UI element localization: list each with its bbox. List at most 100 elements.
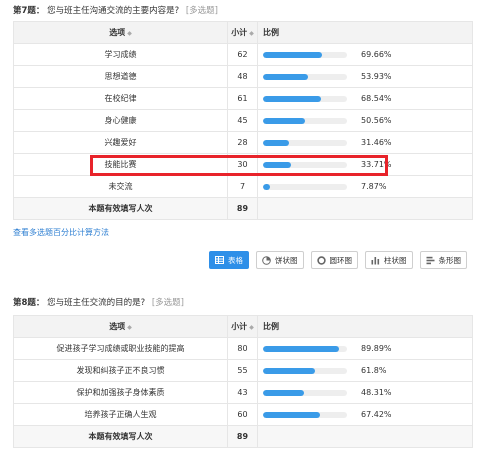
- table-row: 保护和加强孩子身体素质 43 48.31%: [13, 381, 473, 404]
- count-value: 48: [227, 65, 258, 88]
- ratio-cell: 89.89%: [257, 337, 473, 360]
- multi-choice-percent-method-link[interactable]: 查看多选题百分比计算方法: [13, 227, 109, 238]
- percentage-bar: [263, 139, 347, 146]
- percentage-value: 53.93%: [361, 72, 392, 81]
- option-label: 发现和纠孩子正不良习惯: [13, 359, 228, 382]
- ratio-cell: 31.46%: [257, 131, 473, 154]
- total-empty-cell: [257, 197, 473, 220]
- ratio-cell: 7.87%: [257, 175, 473, 198]
- percentage-value: 50.56%: [361, 116, 392, 125]
- option-label: 促进孩子学习成绩或职业技能的提高: [13, 337, 228, 360]
- question-8-text: 您与班主任交流的目的是?: [47, 298, 146, 308]
- table-icon: [215, 256, 224, 264]
- total-label: 本题有效填写人次: [13, 425, 228, 448]
- table-row: 在校纪律 61 68.54%: [13, 87, 473, 110]
- option-header[interactable]: 选项 ◆: [13, 21, 228, 44]
- highlight-box: [90, 155, 388, 176]
- count-header[interactable]: 小计 ◆: [227, 21, 258, 44]
- option-label: 兴趣爱好: [13, 131, 228, 154]
- bar-chart-icon: [371, 256, 380, 265]
- question-7-text: 您与班主任沟通交流的主要内容是?: [47, 6, 180, 16]
- table-row: 培养孩子正确人生观 60 67.42%: [13, 403, 473, 426]
- percentage-value: 69.66%: [361, 50, 392, 59]
- total-row: 本题有效填写人次 89: [13, 425, 473, 448]
- count-value: 43: [227, 381, 258, 404]
- question-8-type-tag: [多选题]: [151, 298, 184, 308]
- ratio-cell: 67.42%: [257, 403, 473, 426]
- option-label: 在校纪律: [13, 87, 228, 110]
- total-label: 本题有效填写人次: [13, 197, 228, 220]
- ratio-cell: 61.8%: [257, 359, 473, 382]
- ratio-cell: 50.56%: [257, 109, 473, 132]
- bar-chart-label: 柱状图: [384, 255, 407, 265]
- total-value: 89: [227, 425, 258, 448]
- percentage-bar-fill: [263, 117, 306, 124]
- percentage-bar: [263, 95, 347, 102]
- count-value: 60: [227, 403, 258, 426]
- table-row: 思想道德 48 53.93%: [13, 65, 473, 88]
- count-value: 62: [227, 43, 258, 66]
- percentage-bar-fill: [263, 183, 270, 190]
- donut-chart-icon: [316, 255, 326, 265]
- sort-icon: ◆: [249, 324, 254, 331]
- horizontal-bar-chart-button[interactable]: 条形图: [419, 251, 467, 269]
- ratio-cell: 53.93%: [257, 65, 473, 88]
- pie-chart-button[interactable]: 饼状图: [256, 251, 304, 269]
- option-label: 思想道德: [13, 65, 228, 88]
- total-value: 89: [227, 197, 258, 220]
- sort-icon: ◆: [249, 30, 254, 37]
- percentage-bar: [263, 117, 347, 124]
- percentage-bar: [263, 345, 347, 352]
- percentage-bar-fill: [263, 345, 339, 352]
- pie-chart-label: 饼状图: [275, 255, 298, 265]
- count-value: 61: [227, 87, 258, 110]
- option-label: 身心健康: [13, 109, 228, 132]
- horizontal-bar-chart-label: 条形图: [438, 255, 462, 265]
- count-value: 80: [227, 337, 258, 360]
- horizontal-bar-chart-icon: [426, 256, 435, 265]
- total-row: 本题有效填写人次 89: [13, 197, 473, 220]
- donut-chart-label: 圆环图: [329, 255, 353, 265]
- pie-chart-icon: [262, 255, 271, 265]
- percentage-value: 7.87%: [361, 182, 387, 191]
- question-7-results-table: 选项 ◆ 小计 ◆ 比例 学习成绩 62 69.66% 思想道德 48 53.93% 在校纪律 6…: [13, 21, 473, 220]
- percentage-bar-fill: [263, 51, 322, 58]
- count-value: 55: [227, 359, 258, 382]
- percentage-value: 61.8%: [361, 366, 387, 375]
- bar-chart-button[interactable]: 柱状图: [365, 251, 413, 269]
- count-value: 28: [227, 131, 258, 154]
- percentage-value: 89.89%: [361, 344, 392, 353]
- donut-chart-button[interactable]: 圆环图: [310, 251, 358, 269]
- percentage-bar-fill: [263, 95, 321, 102]
- percentage-bar-fill: [263, 139, 290, 146]
- option-label: 学习成绩: [13, 43, 228, 66]
- percentage-bar: [263, 389, 347, 396]
- count-header[interactable]: 小计 ◆: [227, 315, 258, 338]
- table-view-button[interactable]: 表格: [209, 251, 249, 269]
- percentage-bar: [263, 367, 347, 374]
- sort-icon: ◆: [127, 30, 132, 37]
- question-8-results-table: 选项 ◆ 小计 ◆ 比例 促进孩子学习成绩或职业技能的提高 80 89.89% 发现和纠孩…: [13, 315, 473, 448]
- sort-icon: ◆: [127, 324, 132, 331]
- percentage-value: 48.31%: [361, 388, 392, 397]
- question-7-type-tag: [多选题]: [185, 6, 218, 16]
- percentage-bar: [263, 411, 347, 418]
- table-row: 兴趣爱好 28 31.46%: [13, 131, 473, 154]
- table-view-label: 表格: [228, 255, 243, 265]
- table-row: 学习成绩 62 69.66%: [13, 43, 473, 66]
- percentage-bar-fill: [263, 367, 315, 374]
- ratio-cell: 48.31%: [257, 381, 473, 404]
- ratio-header: 比例: [257, 21, 473, 44]
- table-row: 发现和纠孩子正不良习惯 55 61.8%: [13, 359, 473, 382]
- option-header[interactable]: 选项 ◆: [13, 315, 228, 338]
- table-row: 身心健康 45 50.56%: [13, 109, 473, 132]
- ratio-cell: 68.54%: [257, 87, 473, 110]
- option-label: 未交流: [13, 175, 228, 198]
- count-value: 45: [227, 109, 258, 132]
- percentage-bar-fill: [263, 411, 320, 418]
- percentage-bar-fill: [263, 73, 309, 80]
- percentage-value: 68.54%: [361, 94, 392, 103]
- percentage-bar: [263, 73, 347, 80]
- percentage-value: 67.42%: [361, 410, 392, 419]
- table-row: 促进孩子学习成绩或职业技能的提高 80 89.89%: [13, 337, 473, 360]
